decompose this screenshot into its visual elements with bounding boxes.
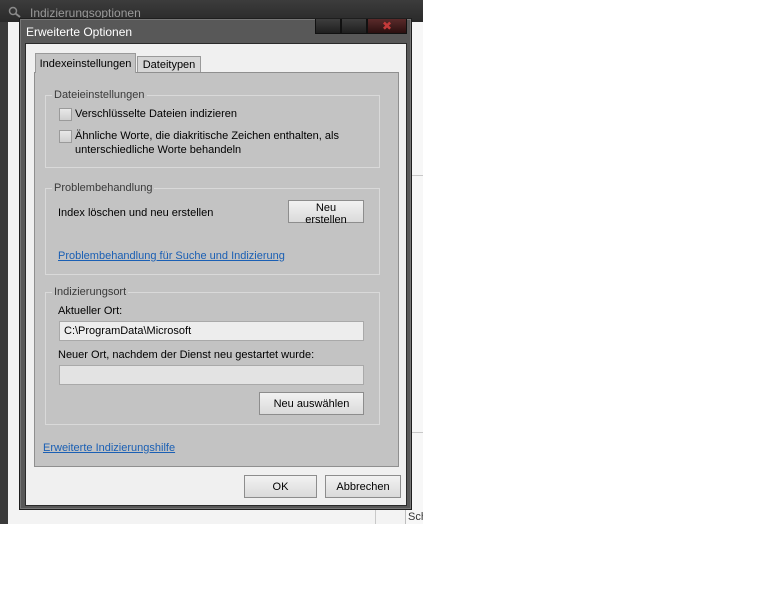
encrypted-files-checkbox[interactable]: [59, 108, 72, 121]
tab-label: Dateitypen: [142, 59, 196, 71]
troubleshooting-link[interactable]: Problembehandlung für Suche und Indizier…: [58, 250, 285, 262]
diacritics-label-line2[interactable]: unterschiedliche Worte behandeln: [75, 144, 241, 156]
advanced-options-dialog: Erweiterte Optionen ✖ Indexeinstellungen…: [19, 18, 412, 510]
indexing-options-icon: [8, 6, 21, 18]
rebuild-button[interactable]: Neu erstellen: [288, 200, 364, 226]
tab-label: Indexeinstellungen: [39, 58, 132, 70]
dialog-titlebar[interactable]: Erweiterte Optionen ✖: [20, 19, 411, 43]
minimize-button: [315, 19, 341, 34]
file-settings-group: Dateieinstellungen Verschlüsselte Dateie…: [45, 89, 380, 168]
encrypted-files-label[interactable]: Verschlüsselte Dateien indizieren: [75, 108, 237, 120]
ok-button[interactable]: OK: [244, 475, 317, 498]
new-location-label: Neuer Ort, nachdem der Dienst neu gestar…: [58, 349, 315, 361]
diacritics-label-line1[interactable]: Ähnliche Worte, die diakritische Zeichen…: [75, 130, 339, 142]
close-button[interactable]: ✖: [367, 19, 407, 34]
current-location-field[interactable]: C:\ProgramData\Microsoft: [59, 321, 364, 341]
cancel-button[interactable]: Abbrechen: [325, 475, 401, 498]
tab-index-settings[interactable]: Indexeinstellungen: [35, 53, 136, 73]
diacritics-checkbox[interactable]: [59, 130, 72, 143]
tab-file-types[interactable]: Dateitypen: [137, 56, 201, 73]
index-location-title: Indizierungsort: [52, 286, 129, 298]
rebuild-index-label: Index löschen und neu erstellen: [58, 207, 214, 219]
file-settings-title: Dateieinstellungen: [52, 89, 147, 101]
troubleshooting-title: Problembehandlung: [52, 182, 155, 194]
new-location-field[interactable]: [59, 365, 364, 385]
caption-buttons: ✖: [315, 19, 407, 34]
dialog-title: Erweiterte Optionen: [26, 25, 133, 39]
background-partial-text: Sch: [408, 511, 423, 523]
close-icon: ✖: [381, 19, 393, 33]
index-location-group: Indizierungsort Aktueller Ort: C:\Progra…: [45, 286, 380, 425]
advanced-indexing-help-link[interactable]: Erweiterte Indizierungshilfe: [43, 442, 175, 454]
select-new-location-button[interactable]: Neu auswählen: [259, 392, 364, 415]
dialog-client-area: Indexeinstellungen Dateitypen Dateieinst…: [25, 43, 407, 506]
troubleshooting-group: Problembehandlung Index löschen und neu …: [45, 182, 380, 275]
index-settings-panel: Dateieinstellungen Verschlüsselte Dateie…: [34, 72, 399, 467]
current-location-label: Aktueller Ort:: [58, 305, 123, 317]
maximize-button: [341, 19, 367, 34]
